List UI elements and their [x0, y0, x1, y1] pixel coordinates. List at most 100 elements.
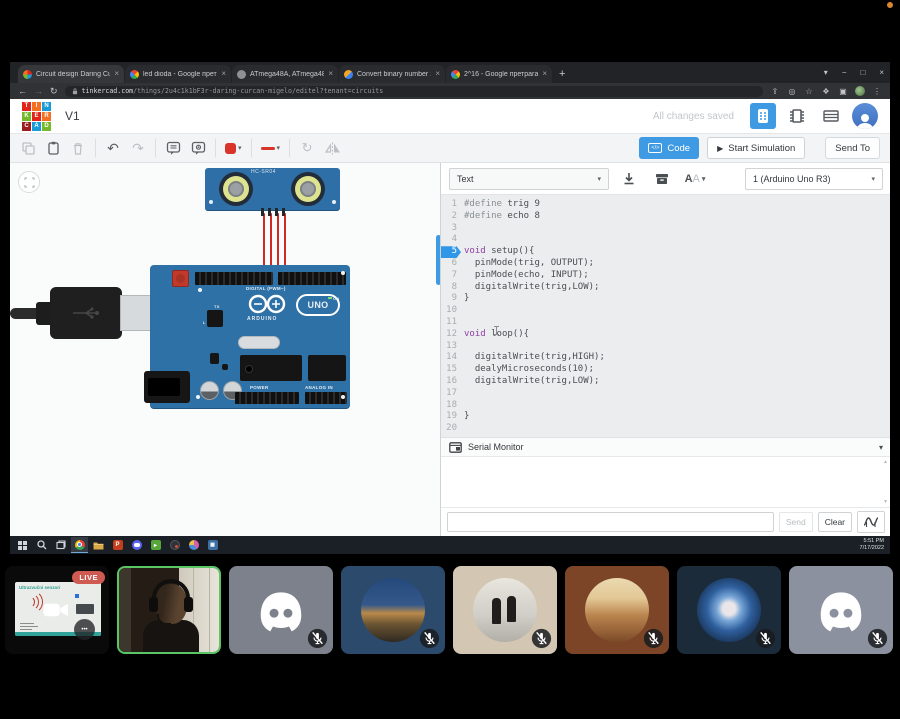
code-line[interactable]: 8 digitalWrite(trig,LOW); [441, 282, 890, 294]
user-avatar[interactable] [852, 103, 878, 129]
text-size-dropdown[interactable]: AA [682, 168, 708, 190]
tab-close-icon[interactable] [435, 70, 440, 78]
taskbar-app-green-icon[interactable]: ▸ [147, 537, 164, 553]
reload-button[interactable] [50, 86, 58, 97]
delete-icon[interactable] [70, 140, 86, 156]
participant-tile[interactable] [677, 566, 781, 654]
serial-input-field[interactable] [447, 512, 774, 532]
participant-tile[interactable] [341, 566, 445, 654]
code-line[interactable]: 17 [441, 388, 890, 400]
code-line[interactable]: 1#define trig 9 [441, 199, 890, 211]
clear-button[interactable]: Clear [818, 512, 852, 532]
taskbar-discord-icon[interactable] [128, 537, 145, 553]
participant-tile[interactable] [453, 566, 557, 654]
taskbar-powerpoint-icon[interactable]: P [109, 537, 126, 553]
download-code-button[interactable] [616, 168, 642, 190]
task-view-button[interactable] [52, 537, 69, 553]
send-button[interactable]: Send [779, 512, 813, 532]
notes-icon[interactable] [165, 140, 181, 156]
back-button[interactable] [18, 86, 27, 96]
digital-pin-header[interactable] [195, 272, 273, 285]
sensor-pin[interactable] [261, 208, 264, 216]
tab-close-icon[interactable] [114, 70, 119, 78]
edit-mode-select[interactable]: Text [449, 168, 609, 190]
code-line[interactable]: 20 [441, 423, 890, 435]
component-list-view-button[interactable] [818, 103, 844, 129]
taskbar-file-explorer-icon[interactable] [90, 537, 107, 553]
browser-tab[interactable]: 2^16 - Google претрага [446, 65, 552, 83]
code-line[interactable]: 9} [441, 293, 890, 305]
redo-icon[interactable] [130, 140, 146, 156]
undo-icon[interactable] [105, 140, 121, 156]
schematic-view-button[interactable] [784, 103, 810, 129]
bookmark-star-icon[interactable]: ☆ [804, 87, 814, 96]
libraries-button[interactable] [649, 168, 675, 190]
copy-icon[interactable] [20, 140, 36, 156]
tinkercad-logo[interactable]: T I N K E R C A D [22, 102, 51, 131]
code-line[interactable]: 10 [441, 305, 890, 317]
minimize-button[interactable] [842, 68, 847, 77]
tab-close-icon[interactable] [221, 70, 226, 78]
tab-close-icon[interactable] [328, 70, 333, 78]
board-select[interactable]: 1 (Arduino Uno R3) [745, 168, 883, 190]
code-line[interactable]: 14 digitalWrite(trig,HIGH); [441, 352, 890, 364]
power-pin-header[interactable] [235, 392, 299, 404]
code-editor[interactable]: 1#define trig 92#define echo 8345void se… [441, 195, 890, 437]
serial-monitor-header[interactable]: Serial Monitor [441, 437, 890, 457]
paste-icon[interactable] [45, 140, 61, 156]
browser-tab[interactable]: Convert binary number 1110111 [339, 65, 445, 83]
code-button[interactable]: </> Code [639, 137, 699, 159]
browser-tab[interactable]: led dioda - Google претрага [125, 65, 231, 83]
usb-connector[interactable] [50, 287, 122, 339]
taskbar-paint-icon[interactable] [185, 537, 202, 553]
rotate-icon[interactable] [299, 140, 315, 156]
participant-tile[interactable] [229, 566, 333, 654]
url-field[interactable]: tinkercad.com/things/2u4c1k1bF3r-daring-… [65, 86, 763, 97]
ultrasonic-sensor-hcsr04[interactable]: HC-SR04 [205, 168, 340, 210]
breadboard-view-button[interactable] [750, 103, 776, 129]
more-options-button[interactable] [74, 619, 95, 640]
reset-button[interactable] [172, 270, 189, 287]
mirror-flip-icon[interactable] [324, 140, 340, 156]
annotation-visibility-icon[interactable] [190, 140, 206, 156]
browser-menu-icon[interactable]: ⋮ [872, 87, 882, 96]
zoom-lens-icon[interactable]: ◎ [787, 87, 797, 96]
share-icon[interactable]: ⇪ [770, 87, 780, 96]
close-window-button[interactable] [879, 68, 884, 77]
sensor-pin[interactable] [282, 208, 285, 216]
code-line[interactable]: 4 [441, 234, 890, 246]
browser-tab[interactable]: ATmega48A, ATmega48PA, ATm [232, 65, 338, 83]
maximize-button[interactable] [860, 68, 865, 77]
forward-button[interactable] [34, 86, 43, 96]
arduino-uno-board[interactable]: DIGITAL (PWM~) TX RX ON L ARDUINO [150, 265, 350, 408]
circuit-canvas[interactable]: HC-SR04 [10, 163, 440, 536]
wire-style-dropdown[interactable] [261, 144, 281, 152]
digital-pin-header[interactable] [278, 272, 346, 285]
code-line[interactable]: 15 dealyMicroseconds(10); [441, 364, 890, 376]
scroll-up-arrow[interactable] [883, 459, 888, 465]
send-to-button[interactable]: Send To [825, 137, 880, 159]
code-line[interactable]: 18 [441, 400, 890, 412]
code-line[interactable]: 19} [441, 411, 890, 423]
taskbar-calculator-icon[interactable]: ▦ [204, 537, 221, 553]
start-simulation-button[interactable]: Start Simulation [707, 137, 805, 159]
component-color-dropdown[interactable] [225, 143, 242, 154]
code-line[interactable]: 7 pinMode(echo, INPUT); [441, 270, 890, 282]
code-line[interactable]: 16 digitalWrite(trig,LOW); [441, 376, 890, 388]
browser-tab[interactable]: Circuit design Daring Curcan-Mi [18, 65, 124, 83]
scroll-down-arrow[interactable] [883, 499, 888, 505]
code-line[interactable]: 12void loop(){ [441, 329, 890, 341]
webcam-tile-speaking[interactable] [117, 566, 221, 654]
design-version-title[interactable]: V1 [65, 109, 80, 123]
new-tab-button[interactable] [559, 68, 565, 80]
sensor-pin[interactable] [275, 208, 278, 216]
taskbar-clock[interactable]: 5:51 PM 7/17/2022 [860, 538, 884, 552]
sidebar-icon[interactable]: ▣ [838, 87, 848, 96]
sensor-pin[interactable] [268, 208, 271, 216]
screenshare-tile[interactable]: Ultrazvučni senzori LIVE [5, 566, 109, 654]
code-line[interactable]: 5void setup(){ [441, 246, 890, 258]
participant-tile[interactable] [565, 566, 669, 654]
extensions-icon[interactable]: ❖ [821, 87, 831, 96]
code-line[interactable]: 6 pinMode(trig, OUTPUT); [441, 258, 890, 270]
taskbar-chrome-icon[interactable] [71, 537, 88, 553]
